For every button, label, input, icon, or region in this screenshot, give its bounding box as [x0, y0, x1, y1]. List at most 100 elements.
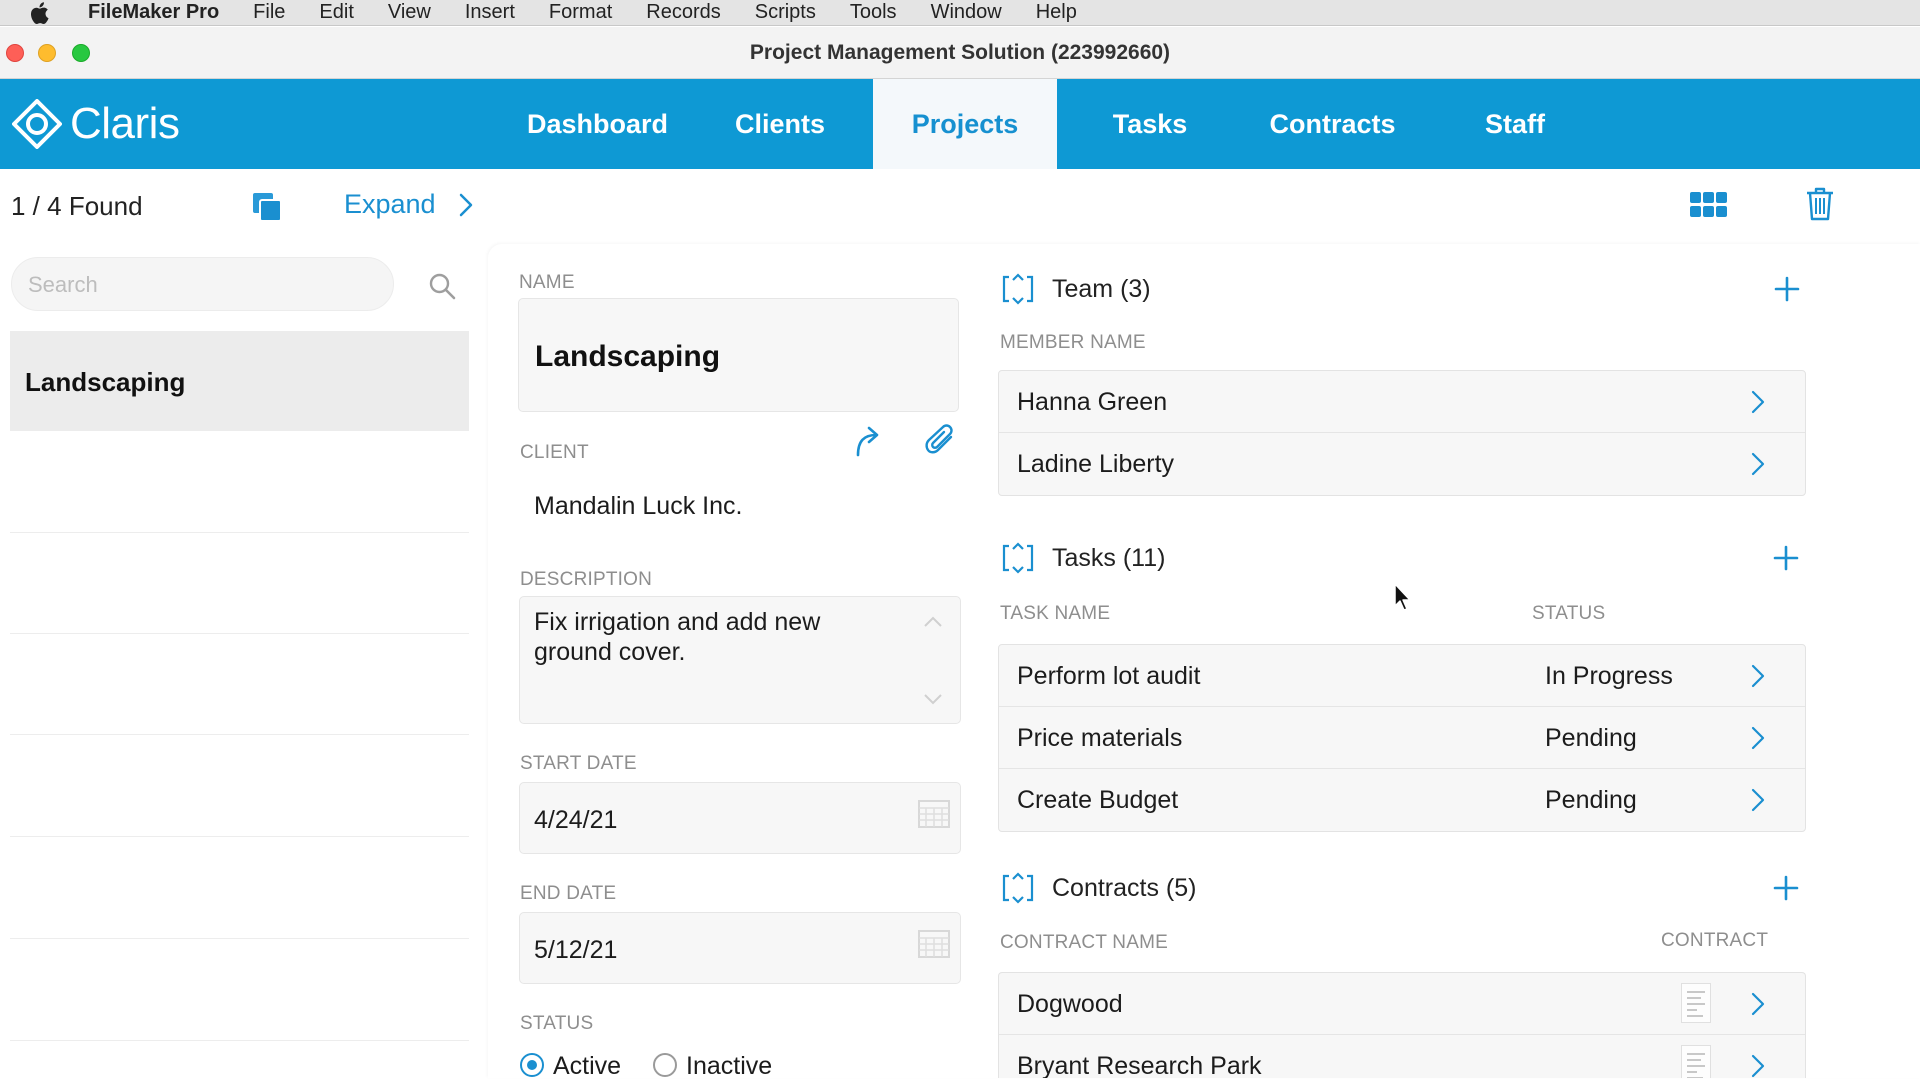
chevron-right-icon[interactable] [1749, 450, 1767, 478]
menu-file[interactable]: File [253, 1, 285, 24]
chevron-right-icon [459, 193, 472, 216]
chevron-right-icon[interactable] [1749, 724, 1767, 752]
tab-dashboard[interactable]: Dashboard [510, 79, 685, 169]
status-active-label[interactable]: Active [553, 1052, 621, 1081]
menu-help[interactable]: Help [1036, 1, 1077, 24]
contracts-header: Contracts (5) [1000, 870, 1196, 906]
task-status: Pending [1545, 724, 1637, 752]
chevron-right-icon[interactable] [1749, 786, 1767, 814]
tab-tasks[interactable]: Tasks [1075, 79, 1225, 169]
menu-tools[interactable]: Tools [850, 1, 897, 24]
menu-view[interactable]: View [388, 1, 431, 24]
calendar-icon[interactable] [918, 930, 950, 958]
menu-records[interactable]: Records [646, 1, 720, 24]
search-box[interactable] [11, 257, 394, 311]
contract-row[interactable]: Bryant Research Park [999, 1035, 1805, 1078]
contract-name: Dogwood [1017, 990, 1123, 1018]
tab-clients[interactable]: Clients [705, 79, 855, 169]
search-input[interactable] [28, 271, 368, 299]
apple-icon[interactable] [28, 1, 54, 24]
contract-thumbnail-icon[interactable] [1681, 1045, 1711, 1078]
name-value: Landscaping [535, 340, 721, 373]
search-icon[interactable] [428, 272, 456, 300]
list-item-label: Landscaping [25, 367, 186, 397]
trash-icon[interactable] [1805, 186, 1835, 222]
team-portal: Hanna Green Ladine Liberty [998, 370, 1806, 496]
task-row[interactable]: Price materials Pending [999, 707, 1805, 769]
start-date-value: 4/24/21 [534, 806, 618, 834]
add-contract-icon[interactable] [1772, 874, 1800, 902]
go-to-client-icon[interactable] [852, 425, 886, 459]
menu-filemaker-pro[interactable]: FileMaker Pro [88, 1, 219, 24]
description-label: DESCRIPTION [520, 569, 653, 590]
menu-scripts[interactable]: Scripts [755, 1, 816, 24]
task-status-header: STATUS [1532, 603, 1606, 624]
member-name: Hanna Green [1017, 388, 1168, 416]
member-name: Ladine Liberty [1017, 450, 1175, 478]
start-date-label: START DATE [520, 753, 637, 774]
expand-label: Expand [344, 189, 436, 219]
task-name: Price materials [1017, 724, 1183, 752]
tab-staff[interactable]: Staff [1440, 79, 1590, 169]
task-status: In Progress [1545, 662, 1673, 690]
team-title: Team (3) [1052, 274, 1151, 303]
window-title-bar: Project Management Solution (223992660) [0, 27, 1920, 79]
chevron-right-icon[interactable] [1749, 662, 1767, 690]
task-name-header: TASK NAME [1000, 603, 1111, 624]
task-row[interactable]: Perform lot audit In Progress [999, 645, 1805, 707]
scroll-up-icon[interactable] [922, 615, 944, 629]
add-team-member-icon[interactable] [1773, 275, 1801, 303]
tasks-header: Tasks (11) [1000, 540, 1165, 576]
tasks-portal: Perform lot audit In Progress Price mate… [998, 644, 1806, 832]
list-divider [10, 938, 469, 939]
status-label: STATUS [520, 1013, 594, 1034]
tasks-title: Tasks (11) [1052, 543, 1166, 572]
tab-contracts[interactable]: Contracts [1245, 79, 1420, 169]
expand-portal-icon[interactable] [1000, 870, 1036, 906]
claris-logo: Claris [12, 99, 180, 149]
scroll-down-icon[interactable] [922, 692, 944, 706]
team-row[interactable]: Hanna Green [999, 371, 1805, 433]
member-name-header: MEMBER NAME [1000, 332, 1146, 353]
menu-bar: FileMaker Pro File Edit View Insert Form… [0, 0, 1920, 26]
menu-format[interactable]: Format [549, 1, 612, 24]
task-name: Perform lot audit [1017, 662, 1201, 690]
mouse-cursor-icon [1394, 583, 1411, 611]
task-row[interactable]: Create Budget Pending [999, 769, 1805, 831]
team-row[interactable]: Ladine Liberty [999, 433, 1805, 495]
menu-window[interactable]: Window [931, 1, 1002, 24]
contract-thumbnail-icon[interactable] [1681, 983, 1711, 1023]
chevron-right-icon[interactable] [1749, 990, 1767, 1018]
description-value: Fix irrigation and add new ground cover. [534, 608, 821, 666]
end-date-label: END DATE [520, 883, 617, 904]
logo-text: Claris [70, 99, 180, 148]
contracts-title: Contracts (5) [1052, 873, 1197, 902]
task-name: Create Budget [1017, 786, 1179, 814]
menu-edit[interactable]: Edit [319, 1, 353, 24]
tab-projects[interactable]: Projects [873, 79, 1057, 169]
status-inactive-radio[interactable] [653, 1053, 677, 1077]
list-divider [10, 633, 469, 634]
client-value[interactable]: Mandalin Luck Inc. [534, 492, 742, 521]
chevron-right-icon[interactable] [1749, 1052, 1767, 1078]
show-all-records-icon[interactable] [250, 190, 284, 224]
expand-portal-icon[interactable] [1000, 540, 1036, 576]
status-inactive-label[interactable]: Inactive [686, 1052, 772, 1081]
list-divider [10, 836, 469, 837]
chevron-right-icon[interactable] [1749, 388, 1767, 416]
expand-portal-icon[interactable] [1000, 271, 1036, 307]
add-task-icon[interactable] [1772, 544, 1800, 572]
attachment-icon[interactable] [924, 423, 958, 459]
contract-row[interactable]: Dogwood [999, 973, 1805, 1035]
list-divider [10, 1040, 469, 1041]
found-count: 1 / 4 Found [11, 191, 143, 221]
calendar-icon[interactable] [918, 800, 950, 828]
expand-button[interactable]: Expand [344, 189, 474, 220]
contracts-portal: Dogwood Bryant Research Park [998, 972, 1806, 1078]
status-active-radio[interactable] [520, 1053, 544, 1077]
menu-insert[interactable]: Insert [465, 1, 515, 24]
contract-file-header: CONTRACT [1661, 930, 1769, 951]
list-item-selected[interactable]: Landscaping [10, 331, 469, 431]
grid-view-icon[interactable] [1690, 192, 1728, 218]
team-header: Team (3) [1000, 271, 1151, 307]
